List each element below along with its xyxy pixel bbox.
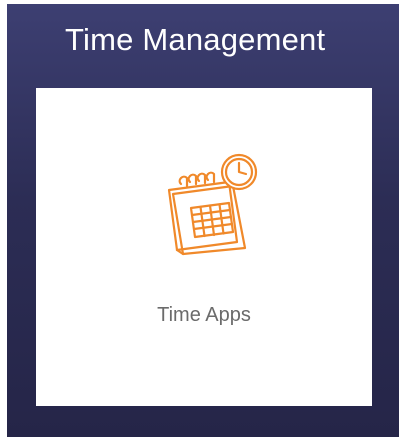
time-apps-label: Time Apps (157, 304, 251, 326)
time-apps-tile[interactable]: Time Apps (36, 88, 372, 406)
section-title: Time Management (65, 22, 326, 57)
calendar-clock-icon (167, 153, 258, 256)
time-management-section: Time Management Time Apps (7, 4, 399, 437)
